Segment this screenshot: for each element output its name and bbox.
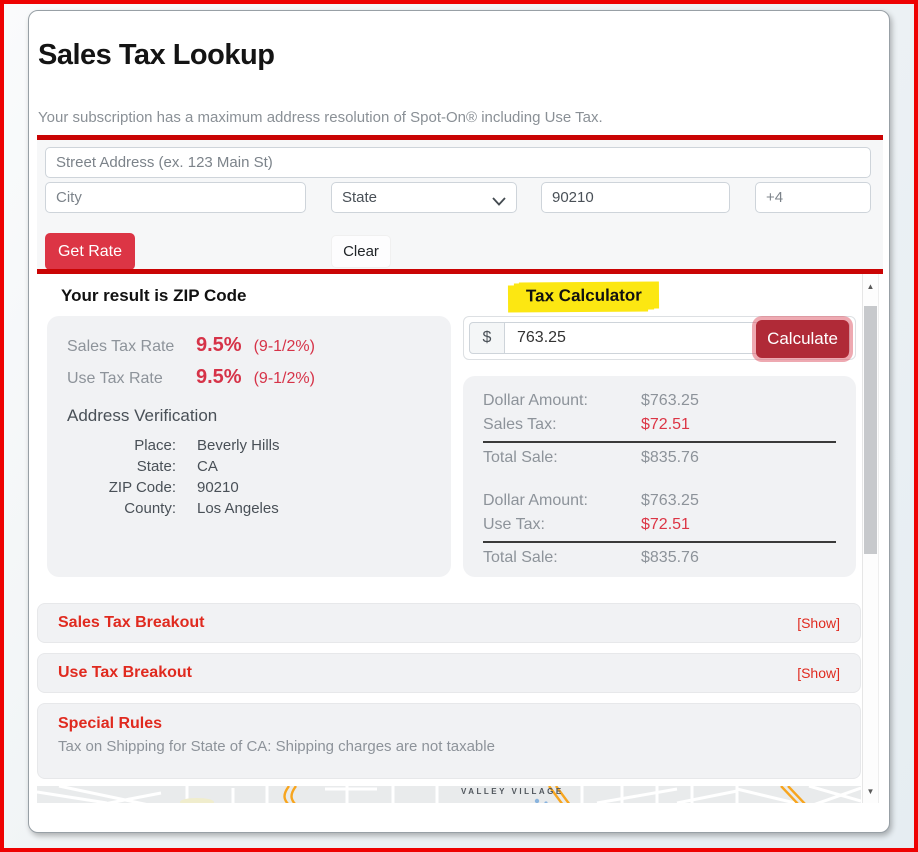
app-card: Sales Tax Lookup Your subscription has a… <box>28 10 890 833</box>
rate-value: 9.5% <box>196 334 242 357</box>
calc-label: Dollar Amount: <box>483 489 641 513</box>
amount-input-group: $ Calculate <box>463 316 856 360</box>
calc-row: Dollar Amount: $763.25 <box>483 489 836 513</box>
calc-row: Use Tax: $72.51 <box>483 513 836 537</box>
special-rules-section: Special Rules Tax on Shipping for State … <box>37 703 861 779</box>
address-row: State: CA <box>67 456 431 477</box>
rate-label: Sales Tax Rate <box>67 338 196 356</box>
calc-label: Total Sale: <box>483 546 641 570</box>
get-rate-button[interactable]: Get Rate <box>45 233 135 270</box>
rate-label: Use Tax Rate <box>67 370 196 388</box>
address-form: State Get Rate Clear <box>37 140 883 269</box>
calc-row: Sales Tax: $72.51 <box>483 413 836 437</box>
calc-row: Dollar Amount: $763.25 <box>483 389 836 413</box>
calc-value: $835.76 <box>641 446 699 470</box>
sales-tax-rate-row: Sales Tax Rate 9.5% (9-1/2%) <box>67 334 431 357</box>
use-tax-calc-group: Dollar Amount: $763.25 Use Tax: $72.51 T… <box>483 489 836 570</box>
calc-total-row: Total Sale: $835.76 <box>483 446 836 470</box>
address-row: ZIP Code: 90210 <box>67 477 431 498</box>
map-area-label: VALLEY VILLAGE <box>461 787 564 796</box>
address-label: County: <box>67 498 176 519</box>
calc-value: $763.25 <box>641 489 699 513</box>
calculate-button[interactable]: Calculate <box>756 320 849 358</box>
clear-button[interactable]: Clear <box>331 235 391 268</box>
use-tax-rate-row: Use Tax Rate 9.5% (9-1/2%) <box>67 366 431 389</box>
tax-calculator-heading: Tax Calculator <box>514 283 654 311</box>
address-value: CA <box>197 456 218 477</box>
currency-addon: $ <box>469 322 505 354</box>
calc-label: Use Tax: <box>483 513 641 537</box>
address-label: State: <box>67 456 176 477</box>
address-value: Los Angeles <box>197 498 279 519</box>
rate-fraction: (9-1/2%) <box>254 338 315 356</box>
page-subtitle: Your subscription has a maximum address … <box>38 109 603 126</box>
address-label: ZIP Code: <box>67 477 176 498</box>
calc-value-tax: $72.51 <box>641 513 690 537</box>
rates-panel: Sales Tax Rate 9.5% (9-1/2%) Use Tax Rat… <box>47 316 451 577</box>
breakout-title: Use Tax Breakout <box>58 664 192 682</box>
calc-label: Total Sale: <box>483 446 641 470</box>
calc-total-divider <box>483 541 836 543</box>
calc-results-panel: Dollar Amount: $763.25 Sales Tax: $72.51… <box>463 376 856 577</box>
calc-label: Sales Tax: <box>483 413 641 437</box>
address-verification-heading: Address Verification <box>67 406 431 426</box>
street-address-input[interactable] <box>45 147 871 178</box>
calc-label: Dollar Amount: <box>483 389 641 413</box>
address-verification-rows: Place: Beverly Hills State: CA ZIP Code:… <box>67 435 431 519</box>
scrollbar[interactable]: ▲ ▼ <box>862 274 879 803</box>
city-input[interactable] <box>45 182 306 213</box>
address-label: Place: <box>67 435 176 456</box>
special-rules-title: Special Rules <box>58 715 840 733</box>
results-scroll-area: Your result is ZIP Code Tax Calculator S… <box>37 274 862 803</box>
address-row: Place: Beverly Hills <box>67 435 431 456</box>
plus4-input[interactable] <box>755 182 871 213</box>
calc-value: $763.25 <box>641 389 699 413</box>
calc-total-row: Total Sale: $835.76 <box>483 546 836 570</box>
calc-total-divider <box>483 441 836 443</box>
address-row: County: Los Angeles <box>67 498 431 519</box>
address-value: 90210 <box>197 477 239 498</box>
scroll-up-button[interactable]: ▲ <box>863 276 878 296</box>
scroll-down-button[interactable]: ▼ <box>863 781 878 801</box>
show-link[interactable]: [Show] <box>797 665 840 681</box>
sales-tax-calc-group: Dollar Amount: $763.25 Sales Tax: $72.51… <box>483 389 836 470</box>
breakout-title: Sales Tax Breakout <box>58 614 204 632</box>
zip-input[interactable] <box>541 182 730 213</box>
show-link[interactable]: [Show] <box>797 615 840 631</box>
page-background: { "page": { "title": "Sales Tax Lookup",… <box>0 0 918 852</box>
breakout-section-use: Use Tax Breakout [Show] <box>37 653 861 693</box>
breakout-section-sales: Sales Tax Breakout [Show] <box>37 603 861 643</box>
calc-value: $835.76 <box>641 546 699 570</box>
map-preview[interactable]: VALLEY VILLAGE <box>37 786 861 803</box>
rate-fraction: (9-1/2%) <box>254 370 315 388</box>
address-value: Beverly Hills <box>197 435 280 456</box>
scroll-thumb[interactable] <box>864 306 877 554</box>
rate-value: 9.5% <box>196 366 242 389</box>
state-select[interactable]: State <box>331 182 517 213</box>
result-heading: Your result is ZIP Code <box>61 286 246 306</box>
page-title: Sales Tax Lookup <box>38 39 274 72</box>
calc-value-tax: $72.51 <box>641 413 690 437</box>
special-rules-text: Tax on Shipping for State of CA: Shippin… <box>58 738 840 755</box>
